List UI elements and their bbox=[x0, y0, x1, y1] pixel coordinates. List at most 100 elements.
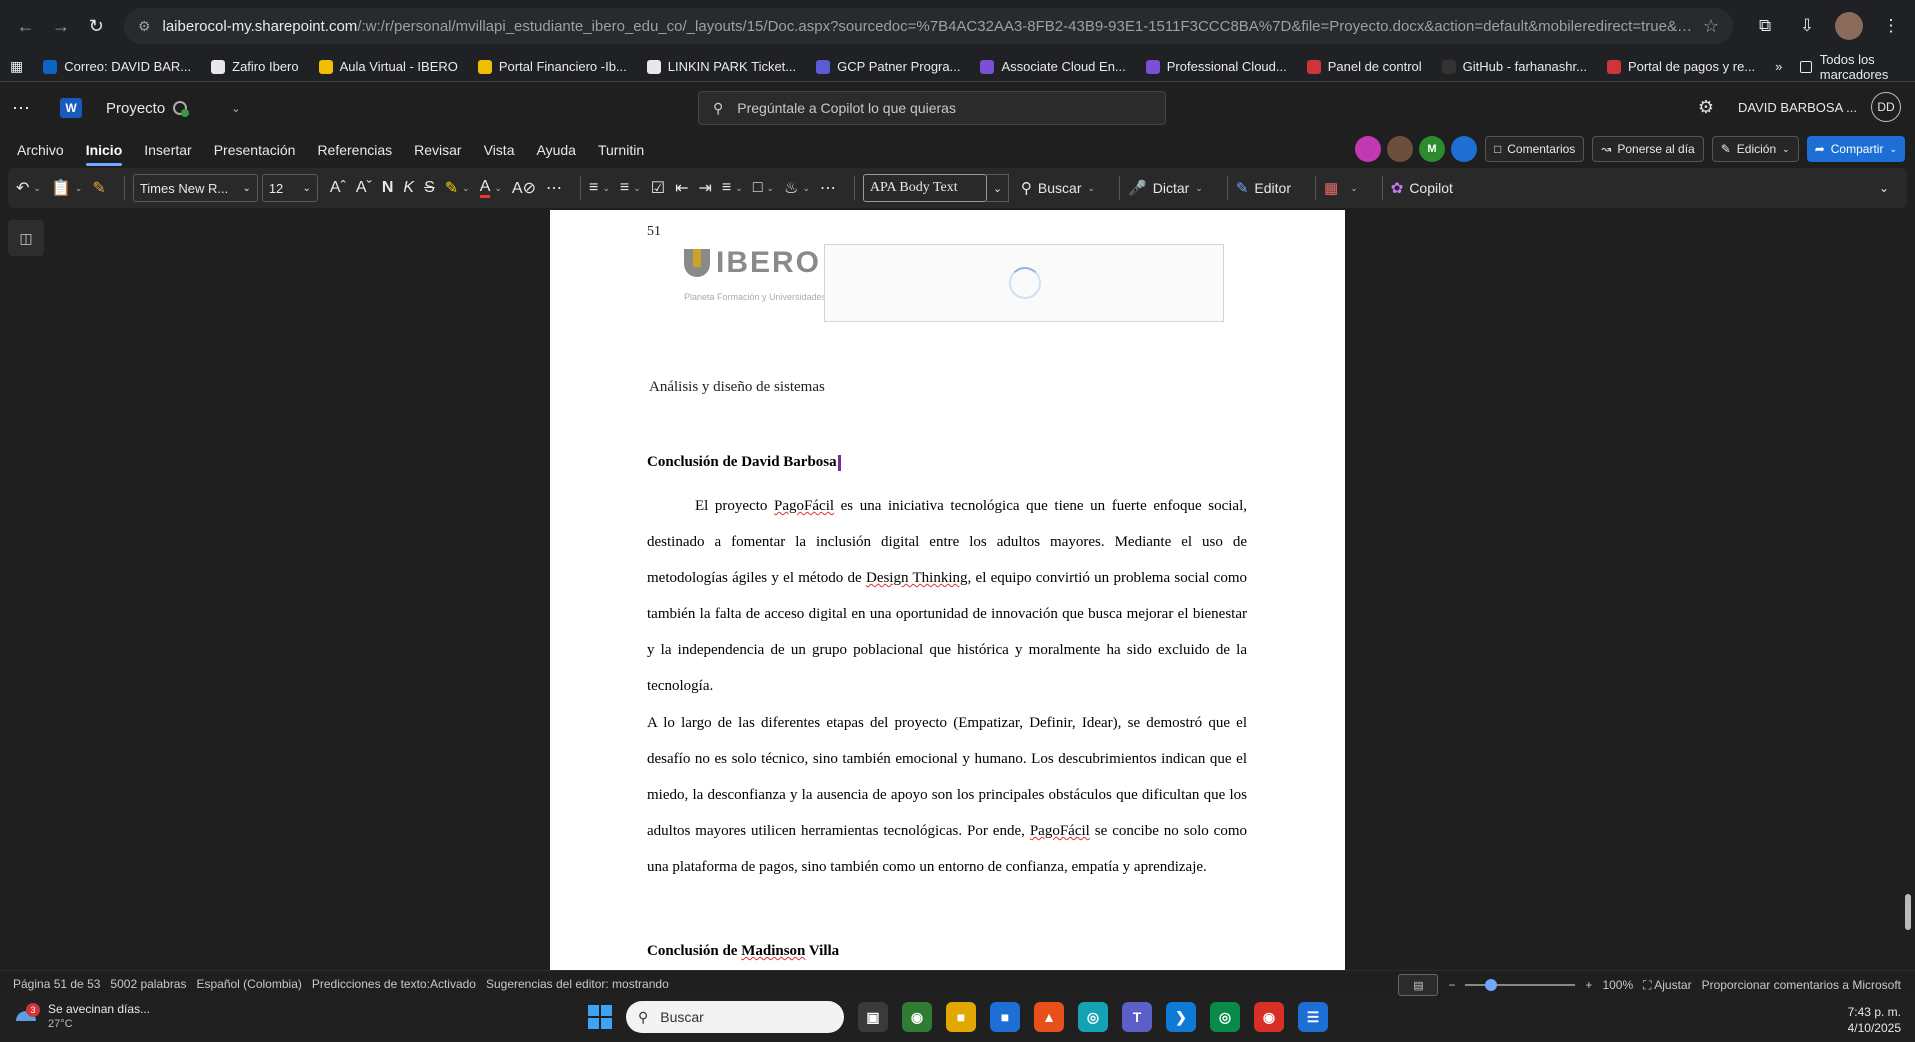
teams-icon[interactable]: T bbox=[1122, 1002, 1152, 1032]
misspelled-word[interactable]: PagoFácil bbox=[1030, 823, 1090, 839]
zoom-in-icon[interactable]: + bbox=[1585, 978, 1592, 992]
chevron-down-icon[interactable]: ⌄ bbox=[231, 102, 240, 115]
coauthor-avatar[interactable] bbox=[1355, 136, 1381, 162]
ribbon-expand-icon[interactable]: ⌄ bbox=[1879, 181, 1889, 195]
taskbar-search-input[interactable]: ⚲ Buscar bbox=[626, 1001, 844, 1033]
editing-mode-button[interactable]: ✎ Edición ⌄ bbox=[1711, 136, 1799, 162]
bookmark-item[interactable]: Panel de control bbox=[1306, 59, 1422, 74]
bookmark-item[interactable]: Professional Cloud... bbox=[1145, 59, 1287, 74]
ribbon-tab[interactable]: Referencias bbox=[317, 138, 392, 162]
bookmark-star-icon[interactable]: ☆ bbox=[1693, 16, 1719, 37]
editor-button[interactable]: ✎ Editor bbox=[1236, 179, 1291, 197]
ribbon-tab[interactable]: Presentación bbox=[214, 138, 296, 162]
style-select[interactable]: APA Body Text bbox=[862, 174, 987, 202]
fit-button[interactable]: ⛶ Ajustar bbox=[1643, 978, 1691, 993]
document-title[interactable]: Proyecto bbox=[106, 100, 165, 117]
user-name[interactable]: DAVID BARBOSA ... bbox=[1738, 100, 1857, 115]
ribbon-tab[interactable]: Turnitin bbox=[598, 138, 644, 162]
style-dropdown-icon[interactable]: ⌄ bbox=[986, 174, 1009, 202]
reload-icon[interactable]: ↻ bbox=[79, 8, 114, 44]
comments-button[interactable]: □ Comentarios bbox=[1485, 136, 1585, 162]
vscode-icon[interactable]: ❯ bbox=[1166, 1002, 1196, 1032]
back-arrow-icon[interactable]: ← bbox=[8, 8, 43, 44]
dictate-button[interactable]: 🎤 Dictar ⌄ bbox=[1128, 179, 1203, 197]
ribbon-tab[interactable]: Revisar bbox=[414, 138, 461, 162]
coauthor-avatar[interactable] bbox=[1451, 136, 1477, 162]
download-icon[interactable]: ⇩ bbox=[1791, 10, 1823, 42]
bookmark-item[interactable]: GitHub - farhanashr... bbox=[1441, 59, 1587, 74]
more-paragraph-options-icon[interactable]: ⋯ bbox=[820, 178, 836, 198]
navigation-pane-icon[interactable]: ◫ bbox=[8, 220, 44, 256]
extensions-icon[interactable]: ⧉ bbox=[1749, 10, 1781, 42]
address-bar[interactable]: ⚙ laiberocol-my.sharepoint.com /:w:/r/pe… bbox=[123, 8, 1734, 44]
system-clock[interactable]: 7:43 p. m. 4/10/2025 bbox=[1848, 1004, 1901, 1036]
misspelled-word[interactable]: Design Thinking bbox=[866, 570, 968, 586]
copilot-button[interactable]: ✿ Copilot bbox=[1391, 179, 1453, 197]
weather-widget[interactable]: 3 Se avecinan días... 27°C bbox=[14, 1002, 150, 1032]
undo-icon[interactable]: ↶ ⌄ bbox=[16, 178, 41, 198]
forward-arrow-icon[interactable]: → bbox=[43, 8, 78, 44]
decrease-indent-icon[interactable]: ⇤ bbox=[675, 178, 688, 198]
word-count[interactable]: 5002 palabras bbox=[110, 977, 186, 991]
bullets-icon[interactable]: ≡ ⌄ bbox=[589, 179, 610, 197]
word-logo-icon[interactable]: W bbox=[60, 98, 82, 118]
checklist-icon[interactable]: ☑ bbox=[651, 178, 665, 198]
user-avatar[interactable]: DD bbox=[1871, 92, 1901, 122]
settings-gear-icon[interactable]: ⚙ bbox=[1698, 97, 1714, 118]
bookmark-item[interactable]: Zafiro Ibero bbox=[211, 59, 299, 74]
all-bookmarks-folder[interactable]: Todos los marcadores bbox=[1800, 52, 1905, 82]
font-family-select[interactable]: Times New R... ⌄ bbox=[132, 174, 258, 202]
edge-dev-icon[interactable]: ◎ bbox=[1210, 1002, 1240, 1032]
strikethrough-icon[interactable]: S bbox=[424, 179, 435, 197]
borders-icon[interactable]: □ ⌄ bbox=[753, 179, 774, 197]
bookmark-item[interactable]: GCP Patner Progra... bbox=[816, 59, 960, 74]
zoom-slider[interactable] bbox=[1465, 979, 1576, 991]
apps-grid-icon[interactable]: ▦ bbox=[10, 58, 23, 75]
misspelled-word[interactable]: Madinson bbox=[741, 943, 805, 959]
bookmark-item[interactable]: Associate Cloud En... bbox=[980, 59, 1126, 74]
bookmarks-overflow-icon[interactable]: » bbox=[1775, 59, 1782, 74]
bookmark-item[interactable]: Correo: DAVID BAR... bbox=[43, 59, 191, 74]
task-view-icon[interactable]: ▣ bbox=[858, 1002, 888, 1032]
numbering-icon[interactable]: ≡ ⌄ bbox=[620, 179, 641, 197]
increase-indent-icon[interactable]: ⇥ bbox=[699, 178, 712, 198]
language-status[interactable]: Español (Colombia) bbox=[196, 977, 301, 991]
highlight-icon[interactable]: ✎ ⌄ bbox=[445, 178, 470, 198]
bookmark-item[interactable]: Aula Virtual - IBERO bbox=[318, 59, 458, 74]
store-icon[interactable]: ■ bbox=[990, 1002, 1020, 1032]
grow-font-icon[interactable]: Aˆ bbox=[330, 179, 346, 197]
ribbon-tab[interactable]: Insertar bbox=[144, 138, 191, 162]
ribbon-tab[interactable]: Inicio bbox=[85, 138, 122, 166]
zoom-slider-knob[interactable] bbox=[1485, 979, 1498, 991]
page-count[interactable]: Página 51 de 53 bbox=[13, 977, 100, 991]
windows-start-icon[interactable] bbox=[588, 1005, 612, 1029]
text-predictions-status[interactable]: Predicciones de texto:Activado bbox=[312, 977, 476, 991]
bookmark-item[interactable]: LINKIN PARK Ticket... bbox=[646, 59, 796, 74]
add-ins-button[interactable]: ▦ ⌄ bbox=[1324, 179, 1358, 197]
edge-icon[interactable]: ◎ bbox=[1078, 1002, 1108, 1032]
shading-icon[interactable]: ♨ ⌄ bbox=[784, 178, 810, 198]
browser-menu-icon[interactable]: ⋮ bbox=[1875, 10, 1907, 42]
font-color-icon[interactable]: A ⌄ bbox=[479, 178, 502, 198]
coauthor-avatar[interactable]: M bbox=[1419, 136, 1445, 162]
site-info-icon[interactable]: ⚙ bbox=[138, 18, 151, 35]
font-size-select[interactable]: 12 ⌄ bbox=[261, 174, 318, 202]
chrome-icon[interactable]: ◉ bbox=[1254, 1002, 1284, 1032]
coauthor-avatar[interactable] bbox=[1387, 136, 1413, 162]
clear-formatting-icon[interactable]: A⊘ bbox=[512, 178, 536, 198]
format-painter-icon[interactable]: ✎ bbox=[92, 178, 105, 198]
ribbon-tab[interactable]: Archivo bbox=[17, 138, 64, 162]
more-font-options-icon[interactable]: ⋯ bbox=[546, 178, 562, 198]
bold-icon[interactable]: N bbox=[382, 179, 394, 197]
app-launcher-icon[interactable]: ⋯ bbox=[12, 98, 40, 119]
bookmark-item[interactable]: Portal de pagos y re... bbox=[1606, 59, 1755, 74]
misspelled-word[interactable]: PagoFácil bbox=[774, 498, 834, 514]
italic-icon[interactable]: K bbox=[403, 179, 414, 197]
align-icon[interactable]: ≡ ⌄ bbox=[722, 179, 743, 197]
document-page[interactable]: 51 IBERO Planeta Formación y Universidad… bbox=[550, 210, 1345, 970]
editor-suggestions-status[interactable]: Sugerencias del editor: mostrando bbox=[486, 977, 669, 991]
notepad-icon[interactable]: ☰ bbox=[1298, 1002, 1328, 1032]
view-mode-button[interactable]: ▤ bbox=[1398, 974, 1439, 996]
feedback-link[interactable]: Proporcionar comentarios a Microsoft bbox=[1702, 978, 1901, 992]
ribbon-tab[interactable]: Ayuda bbox=[536, 138, 575, 162]
